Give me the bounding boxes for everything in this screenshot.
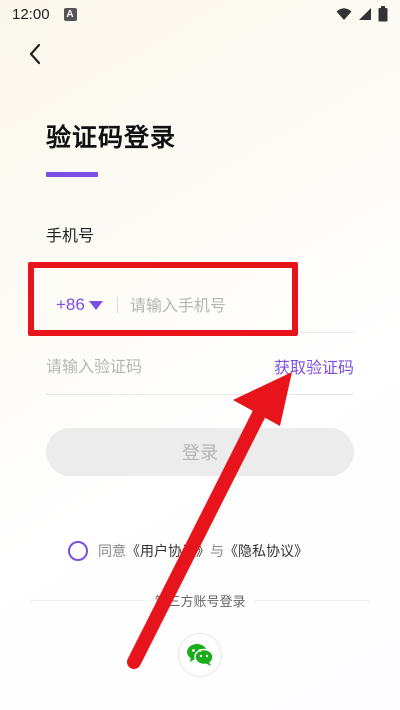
code-input[interactable] <box>46 356 246 376</box>
phone-label: 手机号 <box>46 226 95 245</box>
agree-connector: 与 <box>210 544 224 560</box>
notification-badge-icon: A <box>63 7 77 21</box>
wifi-icon <box>336 8 352 20</box>
divider-right <box>253 599 371 601</box>
status-icons <box>336 6 388 22</box>
agree-checkbox[interactable] <box>68 541 88 561</box>
page-title: 验证码登录 <box>46 123 177 152</box>
get-code-button[interactable]: 获取验证码 <box>274 354 354 378</box>
third-party-label: 第三方账号登录 <box>154 594 246 610</box>
signal-icon <box>359 8 371 20</box>
third-party-row: 第三方账号登录 <box>30 590 371 610</box>
status-time: 12:00 <box>12 5 50 23</box>
agree-prefix: 同意 <box>98 544 126 560</box>
annotation-box <box>28 262 298 336</box>
agreement-row: 同意 《用户协议》 与 《隐私协议》 <box>68 541 308 561</box>
battery-icon <box>378 6 388 22</box>
wechat-login-button[interactable] <box>178 633 222 677</box>
privacy-policy-link[interactable]: 《隐私协议》 <box>224 541 308 561</box>
divider-left <box>30 599 147 601</box>
code-row: 获取验证码 <box>46 338 354 395</box>
chevron-left-icon <box>29 43 41 65</box>
wechat-icon <box>187 644 214 666</box>
status-bar: 12:00 A <box>0 0 400 28</box>
title-underline <box>46 172 98 177</box>
user-agreement-link[interactable]: 《用户协议》 <box>126 541 210 561</box>
back-button[interactable] <box>24 42 48 66</box>
login-button[interactable]: 登录 <box>46 428 354 476</box>
